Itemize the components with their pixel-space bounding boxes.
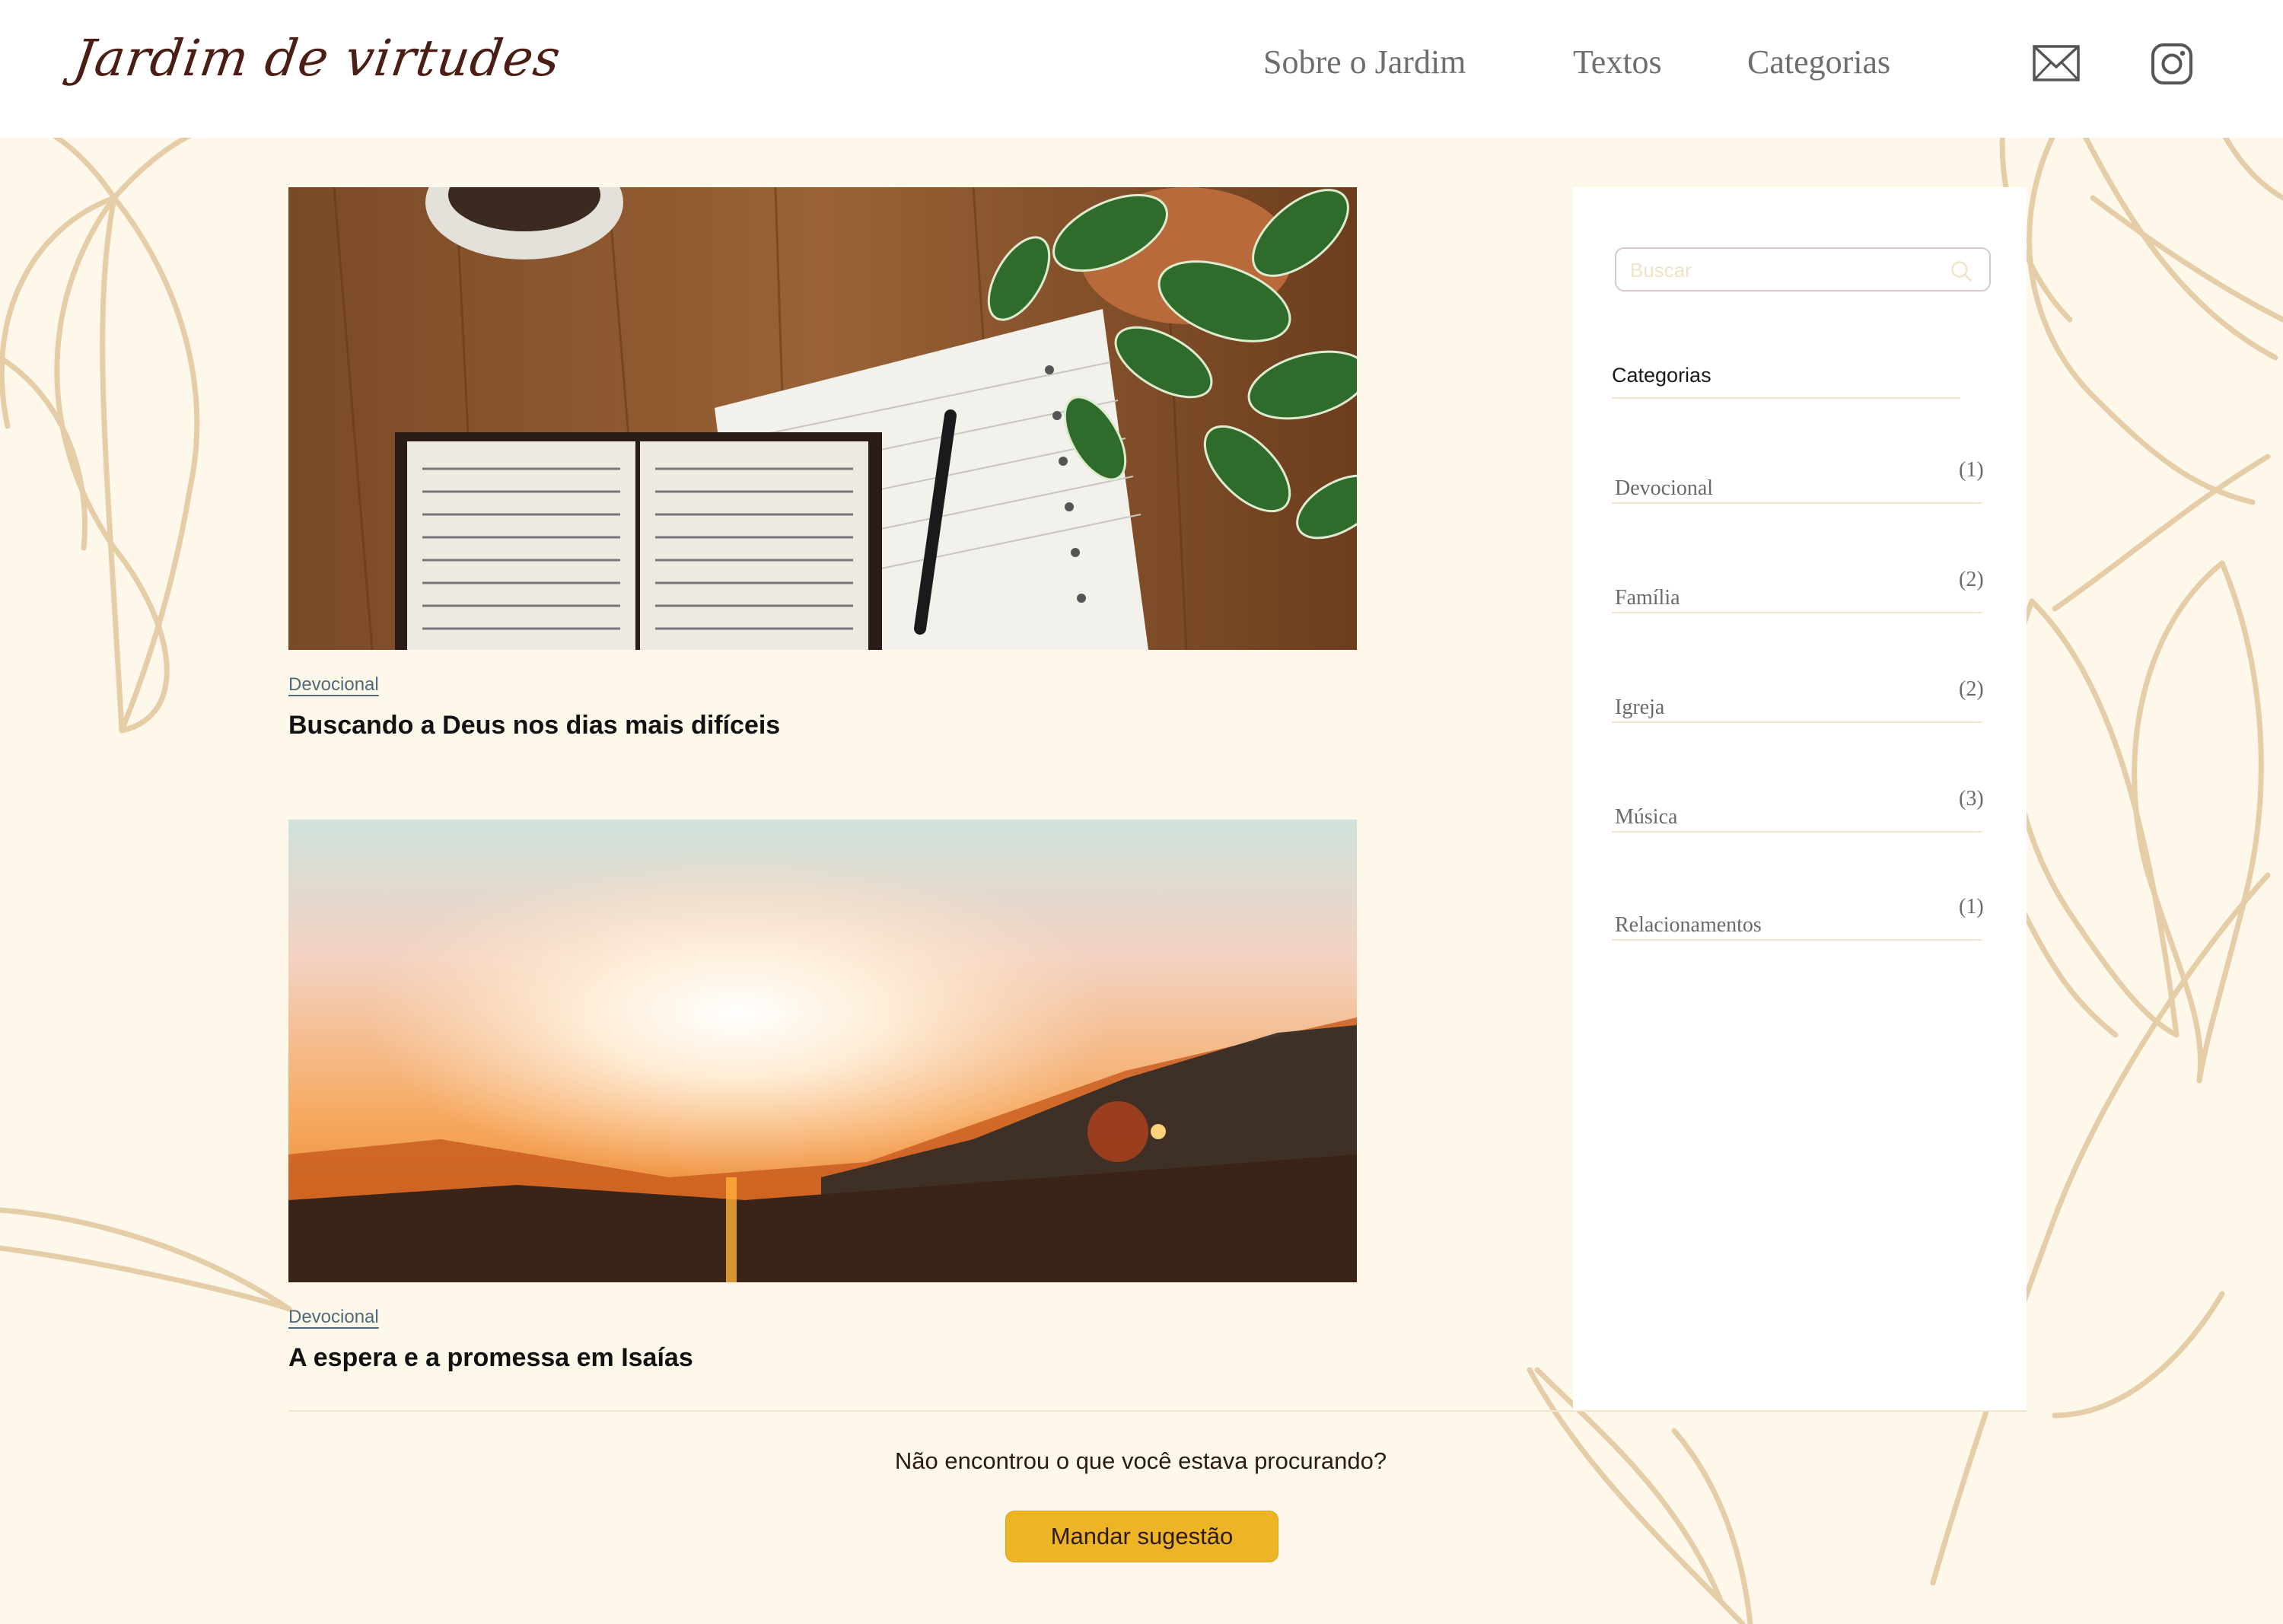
search-input[interactable] [1630, 255, 1934, 285]
category-name: Relacionamentos [1615, 913, 1762, 937]
category-count: (1) [1959, 895, 1984, 919]
post-category-link[interactable]: Devocional [288, 1307, 379, 1328]
suggestion-prompt: Não encontrou o que você estava procuran… [894, 1447, 1387, 1474]
sidebar-category-igreja[interactable]: Igreja (2) [1612, 677, 1984, 723]
post-card: Devocional Buscando a Deus nos dias mais… [288, 187, 1357, 740]
category-name: Música [1615, 805, 1678, 829]
sidebar-category-familia[interactable]: Família (2) [1612, 568, 1984, 613]
nav-link-texts[interactable]: Textos [1573, 43, 1662, 81]
category-name: Família [1615, 586, 1680, 610]
category-count: (3) [1959, 787, 1984, 810]
sidebar-category-musica[interactable]: Música (3) [1612, 787, 1984, 833]
sidebar-category-relacionamentos[interactable]: Relacionamentos (1) [1612, 895, 1984, 941]
sidebar: Categorias Devocional (1) Família (2) Ig… [1573, 187, 2027, 1411]
post-title[interactable]: A espera e a promessa em Isaías [288, 1343, 1357, 1373]
post-category-link[interactable]: Devocional [288, 674, 379, 696]
post-image-bible-notebook[interactable] [288, 187, 1357, 650]
category-count: (2) [1959, 568, 1984, 591]
search-box [1615, 247, 1991, 291]
post-title[interactable]: Buscando a Deus nos dias mais difíceis [288, 711, 1357, 740]
category-name: Igreja [1615, 696, 1665, 719]
categories-heading: Categorias [1612, 364, 1711, 387]
category-name: Devocional [1615, 476, 1714, 500]
sidebar-category-devocional[interactable]: Devocional (1) [1612, 458, 1984, 504]
post-image-sunrise[interactable] [288, 820, 1357, 1282]
search-icon[interactable] [1950, 260, 1973, 282]
nav-link-categories[interactable]: Categorias [1747, 43, 1890, 81]
instagram-icon[interactable] [2151, 43, 2199, 85]
mail-icon[interactable] [2032, 43, 2081, 85]
content-divider [288, 1410, 2027, 1412]
category-count: (1) [1959, 458, 1984, 482]
site-header: Jardim de virtudes Sobre o Jardim Textos… [0, 0, 2283, 138]
send-suggestion-button[interactable]: Mandar sugestão [1005, 1511, 1278, 1562]
category-count: (2) [1959, 677, 1984, 701]
site-logo[interactable]: Jardim de virtudes [68, 29, 565, 105]
divider [1612, 397, 1960, 399]
nav-link-about[interactable]: Sobre o Jardim [1263, 43, 1466, 81]
post-card: Devocional A espera e a promessa em Isaí… [288, 820, 1357, 1373]
